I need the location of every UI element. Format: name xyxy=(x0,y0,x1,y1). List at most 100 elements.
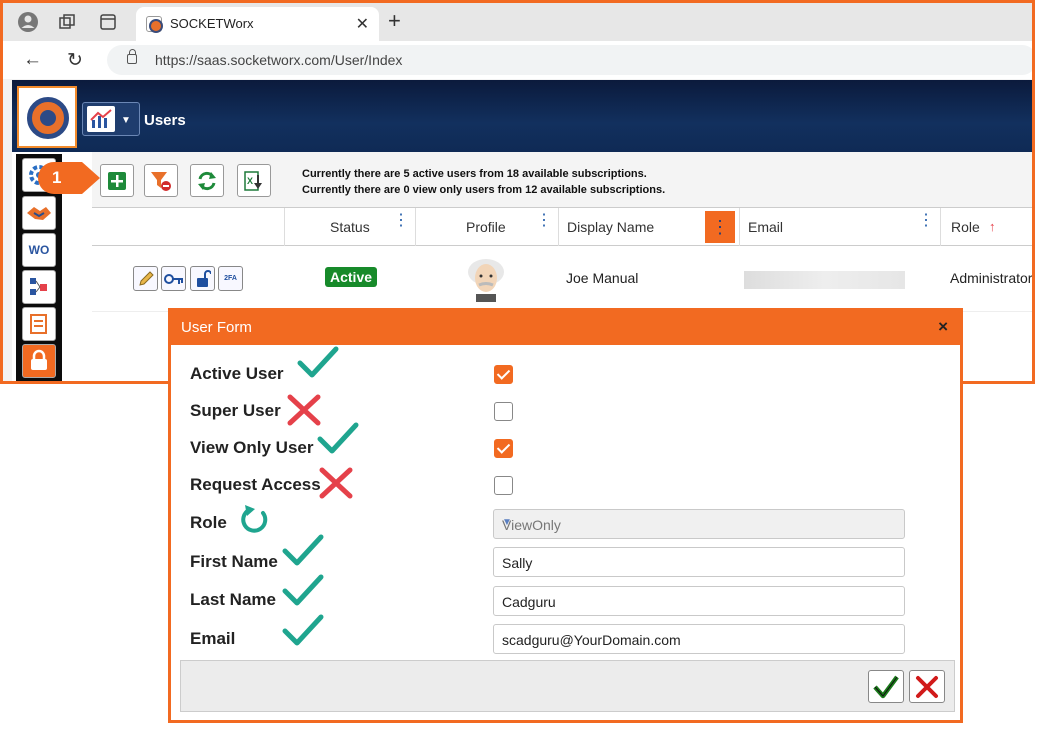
column-role[interactable]: Role ↑ xyxy=(940,208,1032,246)
callout-badge: 1 xyxy=(36,160,100,194)
role-label: Role xyxy=(190,513,227,532)
column-menu-icon[interactable]: ⋮ xyxy=(705,211,735,243)
excel-export-icon: X xyxy=(244,170,262,191)
socketworx-favicon-icon xyxy=(146,16,163,33)
role-select[interactable]: ViewOnly ▼ xyxy=(493,509,905,539)
green-check-icon xyxy=(297,346,339,378)
wo-label: WO xyxy=(28,243,50,257)
modal-footer xyxy=(180,660,955,712)
view-only-user-label: View Only User xyxy=(190,438,314,457)
first-name-value: Sally xyxy=(502,555,533,571)
super-user-checkbox[interactable] xyxy=(494,402,513,421)
2fa-lock-icon[interactable]: 2FA xyxy=(218,266,243,291)
column-email[interactable]: Email ⋮ xyxy=(739,208,940,246)
chart-icon xyxy=(87,106,115,132)
green-check-icon xyxy=(282,614,324,646)
reload-icon[interactable]: ↻ xyxy=(67,49,83,72)
url-field[interactable]: https://saas.socketworx.com/User/Index xyxy=(107,45,1032,75)
plus-icon xyxy=(108,171,126,190)
request-access-checkbox[interactable] xyxy=(494,476,513,495)
refresh-icon xyxy=(198,171,216,190)
column-status-label: Status xyxy=(330,219,370,235)
column-menu-icon[interactable]: ⋮ xyxy=(536,213,552,229)
edit-icon[interactable] xyxy=(133,266,158,291)
column-profile[interactable]: Profile ⋮ xyxy=(415,208,558,246)
green-check-icon xyxy=(282,534,324,566)
reset-password-key-icon[interactable] xyxy=(161,266,186,291)
app-header: ▼ Users xyxy=(12,80,1032,152)
grid-toolbar: X Currently there are 5 active users fro… xyxy=(92,152,1032,208)
add-user-button[interactable] xyxy=(100,164,134,197)
back-icon[interactable]: ← xyxy=(23,49,42,71)
sidebar-item-workorders[interactable]: WO xyxy=(22,233,56,267)
url-text: https://saas.socketworx.com/User/Index xyxy=(155,52,403,68)
tab-bar: SOCKETWorx ✕ + xyxy=(3,3,1032,41)
sidebar-item-partners[interactable] xyxy=(22,196,56,230)
chevron-down-icon: ▼ xyxy=(121,115,131,126)
active-users-info: Currently there are 5 active users from … xyxy=(302,168,647,180)
lock-icon[interactable] xyxy=(127,49,137,64)
column-menu-icon[interactable]: ⋮ xyxy=(393,213,409,229)
request-access-label: Request Access xyxy=(190,475,321,494)
grid-header: Status ⋮ Profile ⋮ Display Name ⋮ Email … xyxy=(92,208,1032,246)
super-user-label: Super User xyxy=(190,401,281,420)
workspaces-icon[interactable] xyxy=(56,10,80,34)
user-lock-icon xyxy=(31,349,47,370)
browser-tab[interactable]: SOCKETWorx ✕ xyxy=(136,7,379,41)
column-display-name[interactable]: Display Name ⋮ xyxy=(558,208,739,246)
green-check-icon xyxy=(282,574,324,606)
screenshot-root: SOCKETWorx ✕ + ← ↻ https://saas.socketwo… xyxy=(0,0,1041,729)
profile-icon[interactable] xyxy=(16,10,40,34)
view-only-user-checkbox[interactable] xyxy=(494,439,513,458)
tab-title: SOCKETWorx xyxy=(170,16,254,31)
table-row[interactable]: 2FA Active Joe Manual Administrator xyxy=(92,246,1033,312)
column-menu-icon[interactable]: ⋮ xyxy=(918,213,934,229)
refresh-button[interactable] xyxy=(190,164,224,197)
report-icon xyxy=(30,314,47,334)
status-badge: Active xyxy=(325,267,378,287)
close-tab-icon[interactable]: ✕ xyxy=(356,14,369,34)
red-cross-icon xyxy=(319,467,353,499)
logo[interactable] xyxy=(17,86,77,148)
clear-filter-button[interactable] xyxy=(144,164,178,197)
cancel-button[interactable] xyxy=(909,670,945,703)
sidebar-item-security[interactable] xyxy=(22,344,56,378)
sidebar-item-org[interactable] xyxy=(22,270,56,304)
role-cell: Administrator xyxy=(950,270,1033,286)
filter-remove-icon xyxy=(151,171,171,191)
address-bar: ← ↻ https://saas.socketworx.com/User/Ind… xyxy=(3,41,1032,79)
checkmark-icon xyxy=(873,675,899,698)
avatar xyxy=(466,254,506,302)
first-name-label: First Name xyxy=(190,552,278,571)
column-display-name-label: Display Name xyxy=(567,219,655,235)
user-form-modal: User Form × Active User Super User View … xyxy=(168,308,963,723)
email-cell-redacted xyxy=(744,271,905,289)
viewonly-users-info: Currently there are 0 view only users fr… xyxy=(302,184,666,196)
page-title: Users xyxy=(144,112,186,129)
sidebar-item-reports[interactable] xyxy=(22,307,56,341)
socketworx-logo-icon xyxy=(27,97,69,139)
first-name-field[interactable]: Sally xyxy=(493,547,905,577)
modal-title-bar: User Form × xyxy=(171,311,960,345)
last-name-field[interactable]: Cadguru xyxy=(493,586,905,616)
handshake-icon xyxy=(27,207,51,220)
column-status[interactable]: Status ⋮ xyxy=(284,208,415,246)
email-field[interactable]: scadguru@YourDomain.com xyxy=(493,624,905,654)
new-tab-icon[interactable]: + xyxy=(388,8,401,34)
active-user-label: Active User xyxy=(190,364,284,383)
module-menu-button[interactable]: ▼ xyxy=(82,102,140,136)
save-button[interactable] xyxy=(868,670,904,703)
column-role-label: Role xyxy=(951,219,980,235)
active-user-checkbox[interactable] xyxy=(494,365,513,384)
export-excel-button[interactable]: X xyxy=(237,164,271,197)
tab-actions-icon[interactable] xyxy=(96,10,120,34)
column-profile-label: Profile xyxy=(466,219,506,235)
green-check-icon xyxy=(317,422,359,454)
org-chart-icon xyxy=(30,278,47,295)
unlock-icon[interactable] xyxy=(190,266,215,291)
refresh-circle-icon xyxy=(241,505,268,533)
sort-ascending-icon[interactable]: ↑ xyxy=(989,219,996,234)
close-icon[interactable]: × xyxy=(938,317,948,337)
last-name-label: Last Name xyxy=(190,590,276,609)
modal-title: User Form xyxy=(181,319,252,336)
